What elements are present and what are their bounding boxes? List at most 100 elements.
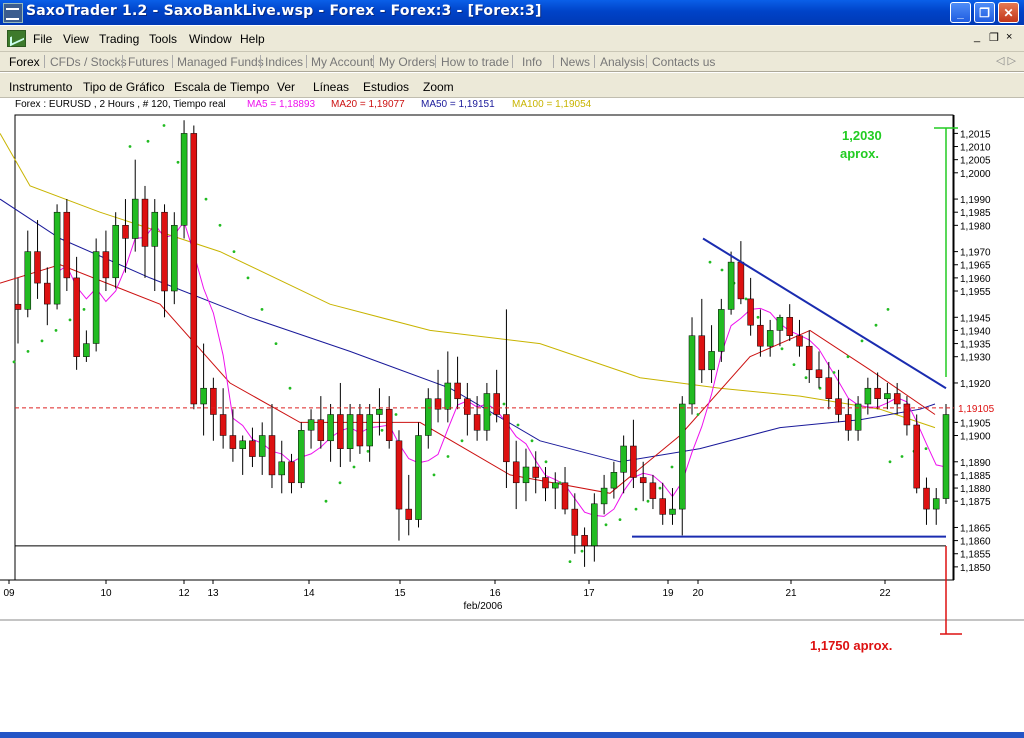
sar-dot [670,465,674,469]
candle-body [737,261,745,300]
candle-body [893,393,901,405]
sar-dot [54,329,58,332]
sar-dot [568,560,572,563]
candle-body [679,403,686,510]
candle-body [63,211,71,279]
sar-dot [516,423,520,427]
candle-body [913,424,920,489]
sar-dot [792,363,796,366]
nav-cfds-stocks[interactable]: CFDs / Stocks [50,55,127,69]
sar-dot [176,160,180,164]
candle-body [464,398,471,415]
nav-my-orders[interactable]: My Orders [379,55,435,69]
nav-indices[interactable]: Indices [265,55,303,69]
menu-help[interactable]: Help [240,32,265,46]
sar-dot [634,507,638,511]
candle-body [757,324,764,347]
price-tick-label: 1,1930 [960,353,991,364]
nav-separator [172,55,173,68]
price-chart[interactable]: 1,2015 1,2010 1,2005 1,2000 1,1990 1,1985 1,19… [0,112,1024,732]
toolbar-ver[interactable]: Ver [277,80,295,94]
sar-dot [804,376,808,380]
candle-body [884,393,891,400]
candle-body [649,482,657,499]
nav-futures[interactable]: Futures [128,55,169,69]
sar-dot [260,308,264,311]
nav-managed-funds[interactable]: Managed Funds [177,55,264,69]
price-tick-label: 1,1920 [960,379,991,390]
menu-view[interactable]: View [63,32,89,46]
sar-dot [26,350,30,353]
nav-forex[interactable]: Forex [9,55,40,69]
candle-body [591,503,598,547]
toolbar-lineas[interactable]: Líneas [313,80,349,94]
toolbar-zoom[interactable]: Zoom [423,80,454,94]
menu-tools[interactable]: Tools [149,32,177,46]
nav-my-account[interactable]: My Account [311,55,373,69]
sar-dot [324,499,328,503]
nav-scroll-arrows[interactable]: ◁ ▷ [996,54,1016,67]
mdi-minimize-button[interactable]: _ [974,31,980,43]
candle-body [405,508,412,520]
minimize-button[interactable]: _ [950,2,971,23]
legend-ma100: MA100 = 1,19054 [512,99,592,110]
candle-body [34,251,41,284]
candle-body [268,435,276,476]
price-tick-label: 1,1985 [960,208,991,219]
toolbar-tipo-de-grafico[interactable]: Tipo de Gráfico [83,80,165,94]
candle-body [210,387,217,415]
sar-dot [40,339,44,343]
chart-window-icon[interactable] [7,30,26,47]
sar-dot [900,455,904,458]
sar-dot [874,323,878,327]
saxo-app-icon[interactable] [3,3,23,23]
sar-dot [696,413,700,416]
candle-body [698,335,706,371]
sar-dot [708,260,712,264]
sar-dot [860,339,864,343]
legend-ma20: MA20 = 1,19077 [331,99,405,110]
time-tick-label: 14 [303,588,315,599]
sar-dot [604,523,608,527]
sar-dot [394,413,398,416]
maximize-button[interactable]: ❐ [974,2,995,23]
mdi-close-button[interactable]: × [1006,31,1012,43]
candle-body [92,251,100,344]
candle-body [571,508,579,536]
candle-body [200,387,207,405]
toolbar-estudios[interactable]: Estudios [363,80,409,94]
candle-body [180,133,188,226]
candle-body [766,330,774,347]
candle-body [786,317,793,336]
mdi-restore-button[interactable]: ❐ [989,31,999,44]
candle-body [630,445,637,478]
close-button[interactable]: ✕ [998,2,1019,23]
nav-separator [594,55,595,68]
nav-analysis[interactable]: Analysis [600,55,645,69]
nav-how-to-trade[interactable]: How to trade [441,55,509,69]
candle-body [610,472,618,489]
toolbar-escala-de-tiempo[interactable]: Escala de Tiempo [174,80,269,94]
menu-file[interactable]: File [33,32,52,46]
sar-dot [646,499,650,503]
candle-body [825,377,833,399]
nav-news[interactable]: News [560,55,590,69]
price-tick-label: 1,1980 [960,221,991,232]
toolbar-instrumento[interactable]: Instrumento [9,80,72,94]
candle-body [815,369,823,378]
price-tick-label: 1,1865 [960,523,991,534]
nav-contacts-us[interactable]: Contacts us [652,55,715,69]
window-title: SaxoTrader 1.2 - SaxoBankLive.wsp - Fore… [26,3,542,19]
candle-body [688,335,696,405]
time-tick-label: 15 [394,588,406,599]
nav-info[interactable]: Info [522,55,542,69]
candle-body [600,487,608,505]
sar-dot [82,308,86,311]
candle-body [53,211,61,305]
nav-separator [44,55,45,68]
menu-trading[interactable]: Trading [99,32,139,46]
menu-window[interactable]: Window [189,32,232,46]
candle-body [503,414,510,463]
candle-body [249,440,256,457]
sar-dot [380,428,384,432]
